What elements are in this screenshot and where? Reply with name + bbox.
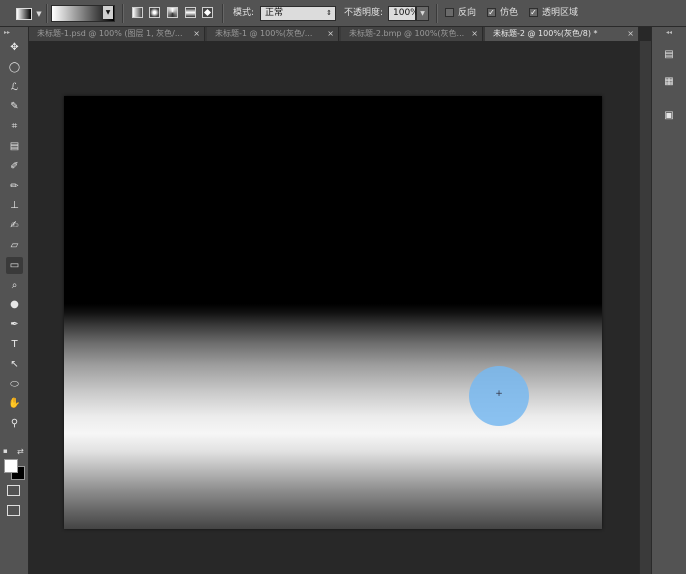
properties-panel-icon[interactable]: ▦ <box>661 73 677 89</box>
foreground-color-swatch[interactable] <box>4 459 18 473</box>
transparency-label: 透明区域 <box>542 8 579 18</box>
angle-gradient-button[interactable] <box>167 7 178 18</box>
marquee-tool-icon[interactable]: ◯ <box>6 59 23 76</box>
options-bar: ▼ ▼ 模式: 正常 ⇕ 不透明度: 100% ▼ 反向 ✓ 仿色 ✓ 透明区域 <box>0 0 686 27</box>
tab-label: 未标题-2 @ 100%(灰色/8) * <box>493 29 598 38</box>
tab-label: 未标题-1.psd @ 100% (图层 1, 灰色/... <box>37 29 183 38</box>
swap-colors-icon[interactable]: ⇄ <box>17 447 24 456</box>
vertical-scrollbar[interactable] <box>639 41 651 574</box>
eraser-tool-icon[interactable]: ▱ <box>6 237 23 254</box>
tab-document-3[interactable]: 未标题-2.bmp @ 100%(灰色... × <box>341 27 483 41</box>
tool-preset-picker[interactable]: ▼ <box>14 5 44 22</box>
type-tool-icon[interactable]: T <box>6 336 23 353</box>
history-brush-tool-icon[interactable]: ✍ <box>6 217 23 234</box>
dither-checkbox[interactable]: ✓ <box>487 8 496 17</box>
move-tool-icon[interactable]: ✥ <box>6 39 23 56</box>
quick-select-tool-icon[interactable]: ✎ <box>6 98 23 115</box>
default-colors-icon[interactable]: ▪ <box>3 447 8 455</box>
pen-tool-icon[interactable]: ✒ <box>6 316 23 333</box>
tab-document-1[interactable]: 未标题-1.psd @ 100% (图层 1, 灰色/... × <box>29 27 205 41</box>
reverse-checkbox[interactable] <box>445 8 454 17</box>
opacity-dropdown[interactable]: ▼ <box>416 6 429 21</box>
path-select-tool-icon[interactable]: ↖ <box>6 356 23 373</box>
canvas-area[interactable]: + <box>29 41 639 574</box>
document-tab-bar: 未标题-1.psd @ 100% (图层 1, 灰色/... × 未标题-1 @ 1… <box>29 27 639 41</box>
close-icon[interactable]: × <box>193 27 200 41</box>
tab-document-2[interactable]: 未标题-1 @ 100%(灰色/... × <box>207 27 339 41</box>
reflected-gradient-button[interactable] <box>185 7 196 18</box>
separator <box>46 4 48 23</box>
gradient-picker-dropdown[interactable]: ▼ <box>103 6 113 19</box>
separator <box>122 4 124 23</box>
separator <box>222 4 224 23</box>
mode-label: 模式: <box>233 8 255 18</box>
dither-label: 仿色 <box>500 8 519 18</box>
document-canvas[interactable]: + <box>64 96 602 529</box>
close-icon[interactable]: × <box>327 27 334 41</box>
diamond-gradient-button[interactable] <box>202 7 213 18</box>
gradient-tool-icon <box>16 7 33 20</box>
transparency-checkbox[interactable]: ✓ <box>529 8 538 17</box>
panel-collapse-icon[interactable]: ▸▸ <box>4 29 10 36</box>
crop-tool-icon[interactable]: ⌗ <box>6 118 23 135</box>
reverse-label: 反向 <box>458 8 477 18</box>
hand-tool-icon[interactable]: ✋ <box>6 395 23 412</box>
lasso-tool-icon[interactable]: ℒ <box>6 79 23 96</box>
blur-tool-icon[interactable]: ⌕ <box>6 277 23 294</box>
zoom-tool-icon[interactable]: ⚲ <box>6 415 23 432</box>
ellipse-shape-tool-icon[interactable]: ⬭ <box>6 376 23 393</box>
tools-panel: ▸▸ ⇄ ▪ ✥ ◯ ℒ ✎ ⌗ ▤ ✐ ✏ ⊥ ✍ ▱ ▭ ⌕ ● ✒ T ↖ ⬭ ✋ ⚲ <box>0 27 29 574</box>
layers-panel-icon[interactable]: ▣ <box>661 107 677 123</box>
tab-document-4[interactable]: 未标题-2 @ 100%(灰色/8) * × <box>485 27 639 41</box>
mode-select[interactable]: 正常 ⇕ <box>260 6 336 21</box>
tab-label: 未标题-2.bmp @ 100%(灰色... <box>349 29 465 38</box>
radial-gradient-button[interactable] <box>149 7 160 18</box>
gradient-tool-icon[interactable]: ▭ <box>6 256 23 274</box>
quick-mask-icon[interactable] <box>7 485 20 496</box>
opacity-value: 100% <box>393 8 419 18</box>
screen-mode-icon[interactable] <box>7 505 20 516</box>
history-panel-icon[interactable]: ▤ <box>661 46 677 62</box>
healing-brush-tool-icon[interactable]: ✐ <box>6 158 23 175</box>
clone-stamp-tool-icon[interactable]: ⊥ <box>6 197 23 214</box>
right-panel-dock: ◂◂ ▤ ▦ ▣ <box>651 27 686 574</box>
tab-label: 未标题-1 @ 100%(灰色/... <box>215 29 313 38</box>
mode-value: 正常 <box>265 8 284 18</box>
opacity-label: 不透明度: <box>344 8 384 18</box>
close-icon[interactable]: × <box>627 27 634 41</box>
eyedropper-tool-icon[interactable]: ▤ <box>6 138 23 155</box>
brush-tool-icon[interactable]: ✏ <box>6 178 23 195</box>
chevron-down-icon: ▼ <box>36 9 42 18</box>
brush-cursor: + <box>469 366 529 426</box>
opacity-input[interactable]: 100% <box>388 6 419 21</box>
separator <box>436 4 438 23</box>
linear-gradient-button[interactable] <box>132 7 143 18</box>
crosshair-icon: + <box>495 389 503 399</box>
panel-collapse-icon[interactable]: ◂◂ <box>666 29 672 36</box>
chevron-down-icon: ⇕ <box>326 9 332 17</box>
dodge-tool-icon[interactable]: ● <box>6 296 23 313</box>
close-icon[interactable]: × <box>471 27 478 41</box>
